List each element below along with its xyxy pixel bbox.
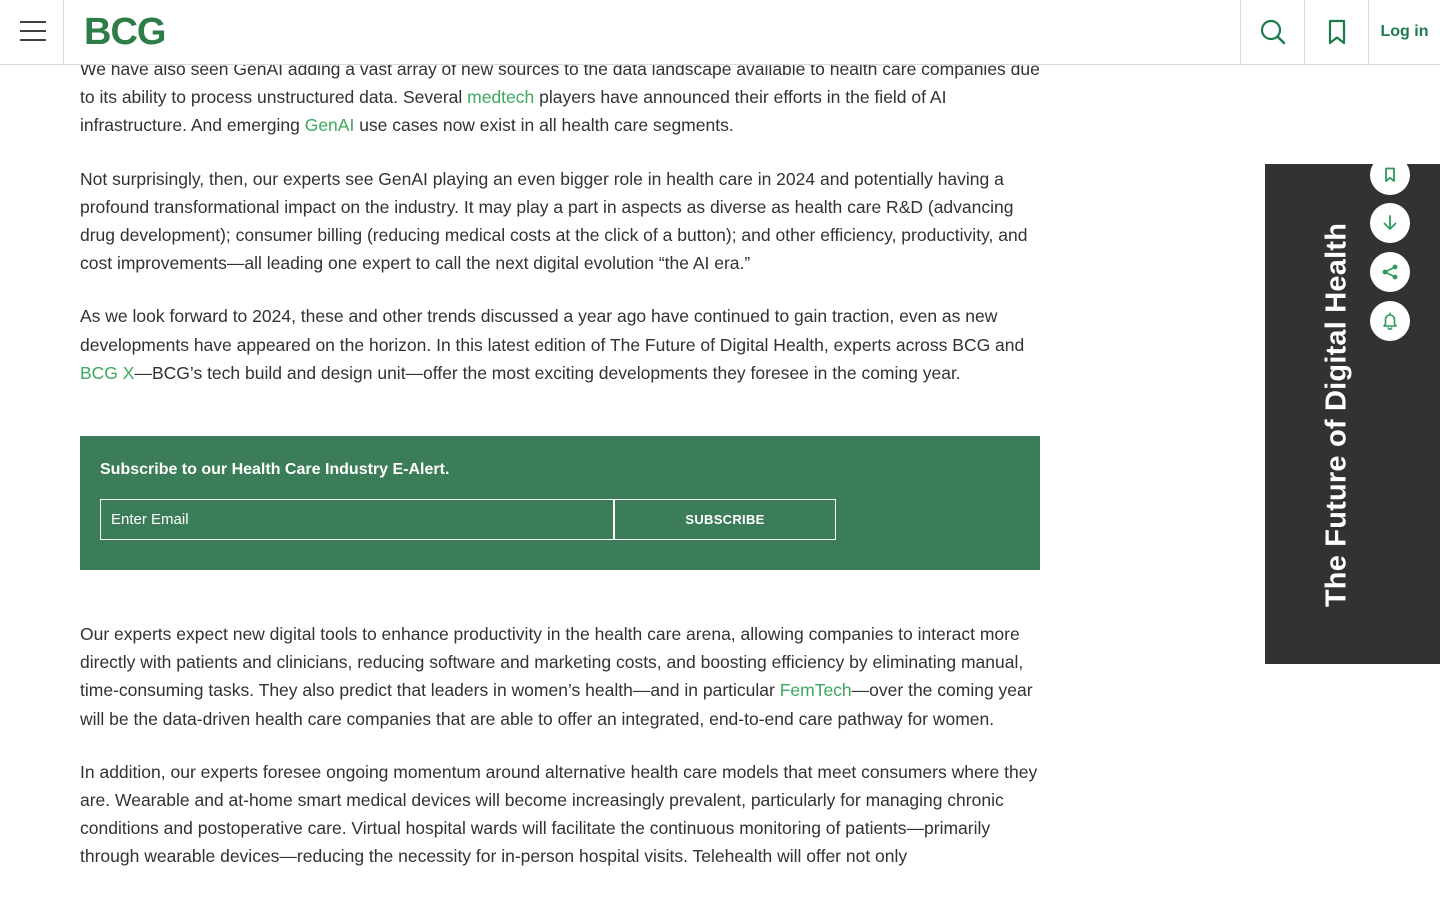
alert-button[interactable] [1370, 301, 1410, 341]
paragraph: Our experts expect new digital tools to … [80, 620, 1042, 733]
hamburger-icon-bar [20, 30, 46, 32]
paragraph: In addition, our experts foresee ongoing… [80, 761, 1038, 867]
article-body-continued: Our experts expect new digital tools to … [80, 620, 1042, 896]
bookmark-icon [1385, 167, 1395, 182]
page: We have also seen GenAI adding a vast ar… [0, 0, 1440, 900]
bookmark-icon [1328, 19, 1345, 45]
link-medtech[interactable]: medtech [467, 87, 534, 107]
paragraph-text: use cases now exist in all health care s… [354, 115, 734, 136]
hamburger-icon-bar [20, 39, 46, 41]
side-banner-title: The Future of Digital Health [1320, 222, 1353, 608]
saved-button[interactable] [1304, 0, 1368, 64]
share-icon [1382, 264, 1398, 280]
bell-icon [1383, 312, 1397, 330]
login-button[interactable]: Log in [1368, 0, 1440, 64]
article-body: We have also seen GenAI adding a vast ar… [80, 40, 1042, 412]
paragraph: Not surprisingly, then, our experts see … [80, 168, 1028, 274]
bcg-logo[interactable]: BCG [84, 10, 166, 54]
paragraph: We have also seen GenAI adding a vast ar… [80, 55, 1042, 140]
subscribe-button[interactable]: SUBSCRIBE [614, 499, 836, 540]
bookmark-button[interactable] [1370, 155, 1410, 195]
search-button[interactable] [1240, 0, 1304, 64]
paragraph-text: —BCG’s tech build and design unit—offer … [134, 362, 961, 383]
menu-button[interactable] [0, 0, 64, 64]
download-icon [1383, 215, 1397, 230]
top-header: BCG Log in [0, 0, 1440, 65]
link-bcg-x[interactable]: BCG X [80, 363, 134, 383]
link-femtech[interactable]: FemTech [780, 680, 852, 700]
subscribe-box: Subscribe to our Health Care Industry E-… [80, 436, 1040, 570]
hamburger-icon-bar [20, 21, 46, 23]
paragraph-text: As we look forward to 2024, these and ot… [80, 306, 1025, 355]
search-icon [1260, 19, 1285, 45]
link-genai[interactable]: GenAI [305, 115, 355, 135]
subscribe-title: Subscribe to our Health Care Industry E-… [100, 461, 450, 478]
share-button[interactable] [1370, 252, 1410, 292]
download-button[interactable] [1370, 203, 1410, 243]
email-field[interactable] [100, 499, 614, 540]
paragraph: As we look forward to 2024, these and ot… [80, 302, 1042, 387]
